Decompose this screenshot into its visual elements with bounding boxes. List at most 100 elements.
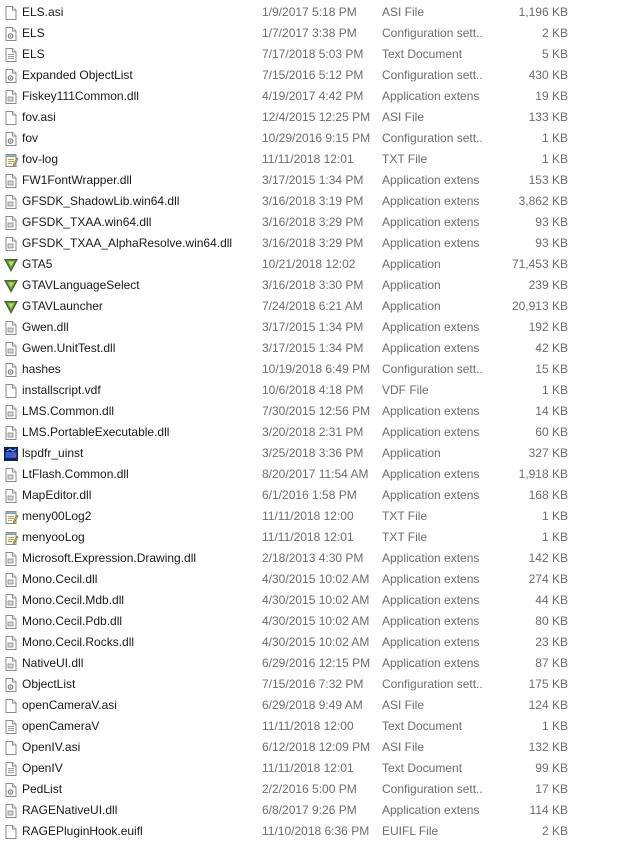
file-row[interactable]: openCameraV 11/11/2018 12:00 Text Docume… — [0, 716, 600, 737]
file-row[interactable]: fov-log 11/11/2018 12:01 TXT File 1 KB — [0, 149, 600, 170]
file-row[interactable]: LMS.PortableExecutable.dll 3/20/2018 2:3… — [0, 422, 600, 443]
file-row[interactable]: GFSDK_ShadowLib.win64.dll 3/16/2018 3:19… — [0, 191, 600, 212]
uninstaller-icon — [3, 446, 19, 462]
file-row[interactable]: meny00Log2 11/11/2018 12:00 TXT File 1 K… — [0, 506, 600, 527]
file-type: ASI File — [382, 698, 425, 712]
dll-file-icon — [3, 404, 19, 420]
file-name: RAGEPluginHook.euifl — [22, 824, 143, 838]
file-date-modified: 6/29/2018 9:49 AM — [262, 698, 363, 712]
file-row[interactable]: GTA5 10/21/2018 12:02 Application 71,453… — [0, 254, 600, 275]
file-row[interactable]: fov 10/29/2016 9:15 PM Configuration set… — [0, 128, 600, 149]
file-name: lspdfr_uinst — [22, 446, 84, 460]
file-row[interactable]: GTAVLanguageSelect 3/16/2018 3:30 PM App… — [0, 275, 600, 296]
file-date-modified: 7/15/2016 5:12 PM — [262, 68, 364, 82]
file-row[interactable]: GFSDK_TXAA.win64.dll 3/16/2018 3:29 PM A… — [0, 212, 600, 233]
file-row[interactable]: fov.asi 12/4/2015 12:25 PM ASI File 133 … — [0, 107, 600, 128]
file-size: 1 KB — [541, 152, 568, 166]
file-row[interactable]: Gwen.dll 3/17/2015 1:34 PM Application e… — [0, 317, 600, 338]
file-row[interactable]: Microsoft.Expression.Drawing.dll 2/18/20… — [0, 548, 600, 569]
file-row[interactable]: Mono.Cecil.Mdb.dll 4/30/2015 10:02 AM Ap… — [0, 590, 600, 611]
file-date-modified: 3/20/2018 2:31 PM — [262, 425, 364, 439]
file-row[interactable]: OpenIV 11/11/2018 12:01 Text Document 99… — [0, 758, 600, 779]
file-type: VDF File — [382, 383, 429, 397]
file-name: LtFlash.Common.dll — [22, 467, 129, 481]
file-type: Application extens — [382, 425, 480, 439]
file-type: Application — [382, 446, 441, 460]
gta-v-icon — [3, 257, 19, 273]
file-row[interactable]: hashes 10/19/2018 6:49 PM Configuration … — [0, 359, 600, 380]
settings-file-icon — [3, 26, 19, 42]
file-row[interactable]: OpenIV.asi 6/12/2018 12:09 PM ASI File 1… — [0, 737, 600, 758]
file-date-modified: 8/20/2017 11:54 AM — [262, 467, 369, 481]
file-row[interactable]: FW1FontWrapper.dll 3/17/2015 1:34 PM App… — [0, 170, 600, 191]
file-size: 42 KB — [535, 341, 568, 355]
file-size: 93 KB — [535, 236, 568, 250]
file-date-modified: 4/30/2015 10:02 AM — [262, 614, 370, 628]
file-name: GTAVLauncher — [22, 299, 103, 313]
file-row[interactable]: Gwen.UnitTest.dll 3/17/2015 1:34 PM Appl… — [0, 338, 600, 359]
file-name: GFSDK_TXAA.win64.dll — [22, 215, 152, 229]
gta-v-icon — [3, 299, 19, 315]
file-name: Mono.Cecil.dll — [22, 572, 98, 586]
file-date-modified: 11/11/2018 12:01 — [262, 530, 354, 544]
file-row[interactable]: MapEditor.dll 6/1/2016 1:58 PM Applicati… — [0, 485, 600, 506]
file-date-modified: 3/17/2015 1:34 PM — [262, 341, 364, 355]
generic-file-icon — [3, 110, 19, 126]
file-row[interactable]: PedList 2/2/2016 5:00 PM Configuration s… — [0, 779, 600, 800]
file-size: 80 KB — [535, 614, 568, 628]
dll-file-icon — [3, 614, 19, 630]
file-row[interactable]: GTAVLauncher 7/24/2018 6:21 AM Applicati… — [0, 296, 600, 317]
file-date-modified: 4/19/2017 4:42 PM — [262, 89, 364, 103]
file-row[interactable]: ELS 1/7/2017 3:38 PM Configuration sett.… — [0, 23, 600, 44]
file-name: ELS — [22, 47, 45, 61]
file-date-modified: 10/6/2018 4:18 PM — [262, 383, 364, 397]
file-type: Text Document — [382, 719, 463, 733]
file-row[interactable]: RAGENativeUI.dll 6/8/2017 9:26 PM Applic… — [0, 800, 600, 821]
file-row[interactable]: Mono.Cecil.Pdb.dll 4/30/2015 10:02 AM Ap… — [0, 611, 600, 632]
file-row[interactable]: openCameraV.asi 6/29/2018 9:49 AM ASI Fi… — [0, 695, 600, 716]
file-name: NativeUI.dll — [22, 656, 84, 670]
file-type: Application extens — [382, 656, 480, 670]
file-row[interactable]: NativeUI.dll 6/29/2016 12:15 PM Applicat… — [0, 653, 600, 674]
file-row[interactable]: lspdfr_uinst 3/25/2018 3:36 PM Applicati… — [0, 443, 600, 464]
dll-file-icon — [3, 236, 19, 252]
file-row[interactable]: Expanded ObjectList 7/15/2016 5:12 PM Co… — [0, 65, 600, 86]
file-date-modified: 4/30/2015 10:02 AM — [262, 593, 370, 607]
file-type: Application — [382, 299, 441, 313]
file-row[interactable]: menyooLog 11/11/2018 12:01 TXT File 1 KB — [0, 527, 600, 548]
file-date-modified: 6/1/2016 1:58 PM — [262, 488, 357, 502]
file-date-modified: 3/16/2018 3:29 PM — [262, 215, 364, 229]
file-name: FW1FontWrapper.dll — [22, 173, 132, 187]
file-row[interactable]: ELS 7/17/2018 5:03 PM Text Document 5 KB — [0, 44, 600, 65]
file-row[interactable]: LMS.Common.dll 7/30/2015 12:56 PM Applic… — [0, 401, 600, 422]
file-name: menyooLog — [22, 530, 85, 544]
file-row[interactable]: ObjectList 7/15/2016 7:32 PM Configurati… — [0, 674, 600, 695]
file-name: meny00Log2 — [22, 509, 92, 523]
file-type: TXT File — [382, 530, 428, 544]
file-date-modified: 3/16/2018 3:19 PM — [262, 194, 364, 208]
file-type: Application extens — [382, 593, 480, 607]
file-row[interactable]: ELS.asi 1/9/2017 5:18 PM ASI File 1,196 … — [0, 2, 600, 23]
file-size: 1 KB — [541, 509, 568, 523]
file-row[interactable]: GFSDK_TXAA_AlphaResolve.win64.dll 3/16/2… — [0, 233, 600, 254]
file-size: 2 KB — [541, 824, 568, 838]
settings-file-icon — [3, 677, 19, 693]
file-row[interactable]: installscript.vdf 10/6/2018 4:18 PM VDF … — [0, 380, 600, 401]
file-date-modified: 2/18/2013 4:30 PM — [262, 551, 364, 565]
file-name: MapEditor.dll — [22, 488, 92, 502]
file-name: GFSDK_TXAA_AlphaResolve.win64.dll — [22, 236, 233, 250]
file-type: Application extens — [382, 467, 480, 481]
file-size: 153 KB — [528, 173, 568, 187]
file-row[interactable]: LtFlash.Common.dll 8/20/2017 11:54 AM Ap… — [0, 464, 600, 485]
file-type: Application — [382, 278, 441, 292]
file-name: Fiskey111Common.dll — [22, 89, 139, 103]
file-row[interactable]: Fiskey111Common.dll 4/19/2017 4:42 PM Ap… — [0, 86, 600, 107]
settings-file-icon — [3, 68, 19, 84]
file-row[interactable]: Mono.Cecil.Rocks.dll 4/30/2015 10:02 AM … — [0, 632, 600, 653]
file-size: 23 KB — [535, 635, 568, 649]
file-type: TXT File — [382, 152, 428, 166]
file-date-modified: 6/12/2018 12:09 PM — [262, 740, 371, 754]
file-row[interactable]: Mono.Cecil.dll 4/30/2015 10:02 AM Applic… — [0, 569, 600, 590]
file-row[interactable]: RAGEPluginHook.euifl 11/10/2018 6:36 PM … — [0, 821, 600, 842]
file-type: Configuration sett... — [382, 68, 482, 82]
